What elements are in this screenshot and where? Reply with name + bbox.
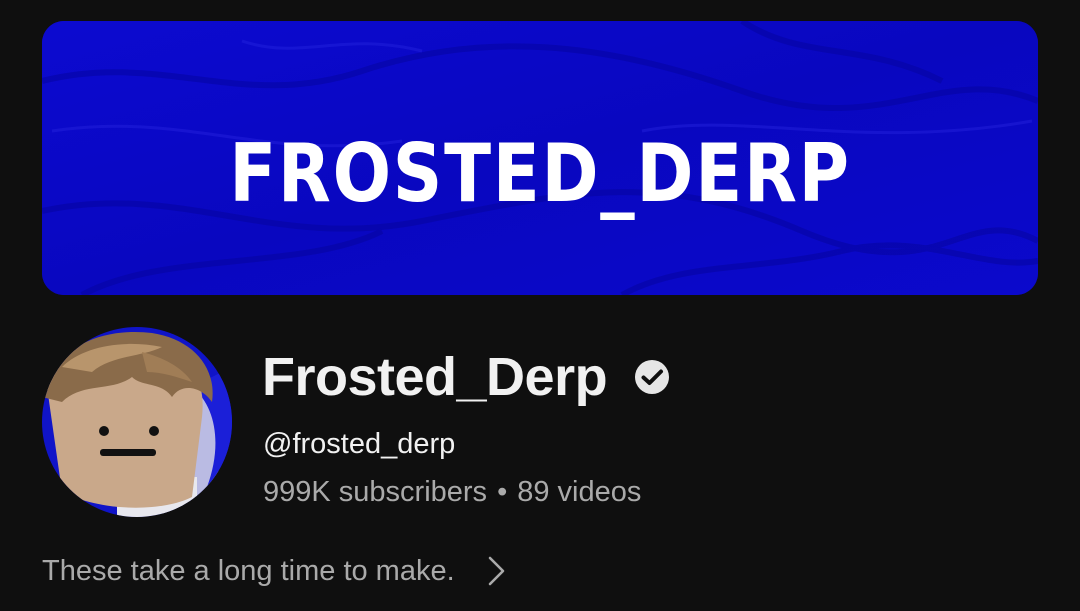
verified-check-icon [635,360,670,394]
channel-name: Frosted_Derp [262,347,608,407]
channel-header: FROSTED_DERP Frosted_Derp @frosted_derp … [0,0,1080,611]
subscriber-count: 999K subscribers [263,476,488,508]
channel-description: These take a long time to make. [42,555,455,587]
channel-description-link[interactable]: These take a long time to make. [42,550,509,592]
channel-name-row: Frosted_Derp [262,344,671,410]
chevron-right-icon [488,556,504,586]
channel-avatar[interactable] [42,327,232,517]
avatar-image [42,327,232,517]
video-count: 89 videos [517,476,642,508]
stats-separator: • [497,476,508,508]
channel-banner[interactable]: FROSTED_DERP [42,21,1038,295]
channel-stats: 999K subscribers • 89 videos [263,473,641,511]
channel-handle: @frosted_derp [263,428,456,460]
banner-title: FROSTED_DERP [229,127,851,220]
